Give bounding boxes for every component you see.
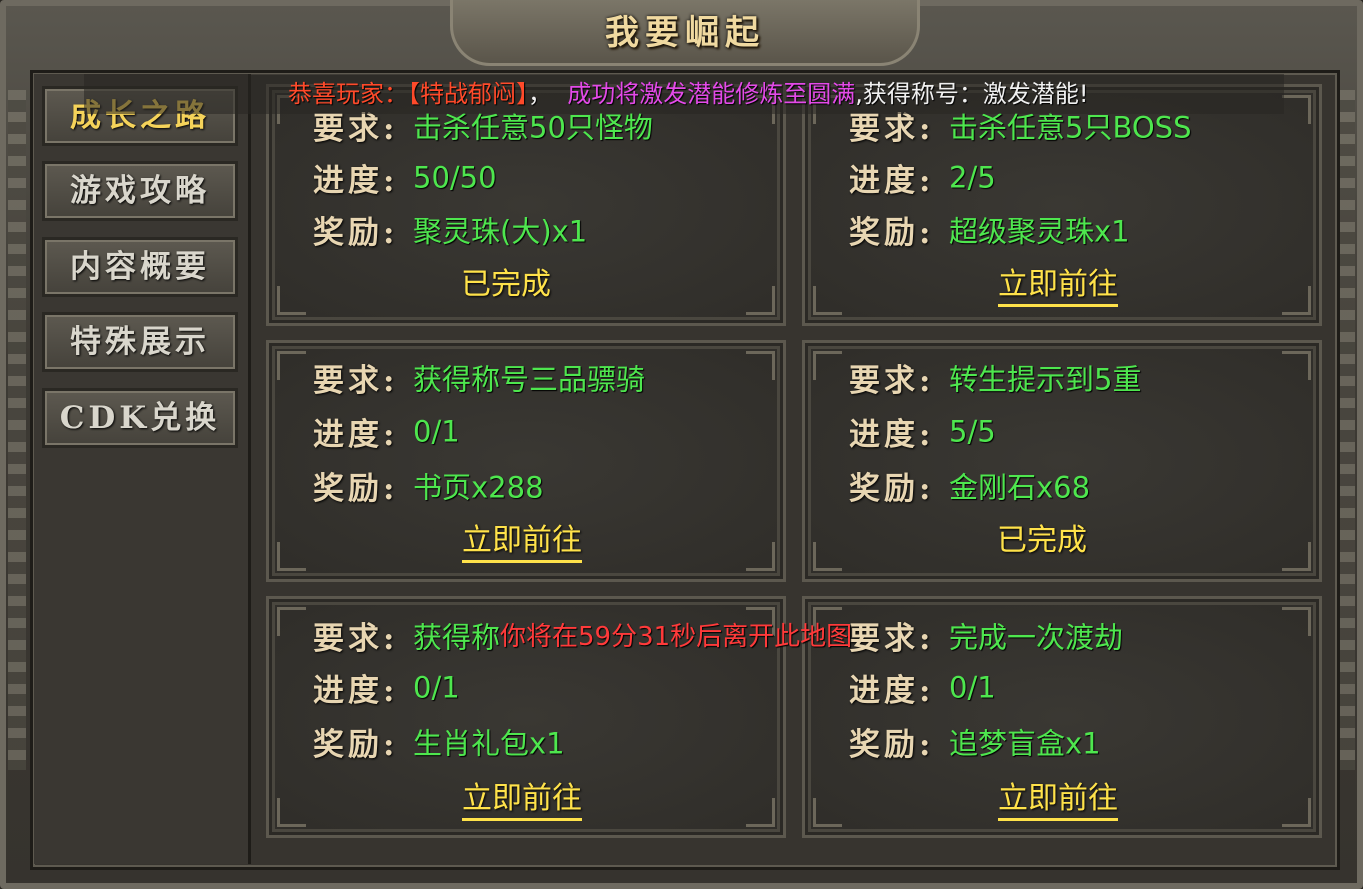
sidebar-item-special-display[interactable]: 特殊展示 (42, 312, 238, 372)
reward-label: 奖励: (313, 471, 399, 507)
announcement-prefix: 恭喜玩家： (288, 80, 408, 108)
go-now-button[interactable]: 立即前往 (998, 267, 1118, 307)
requirement-value: 获得称号三品骠骑 (413, 362, 646, 397)
progress-value: 0/1 (413, 670, 460, 705)
reward-value: 金刚石x68 (949, 470, 1091, 505)
go-now-button[interactable]: 立即前往 (462, 523, 582, 563)
progress-label: 进度: (313, 417, 399, 453)
left-ornament (8, 90, 26, 770)
sidebar-item-cdk-redeem[interactable]: CDK兑换 (42, 388, 238, 448)
card-corner (746, 351, 775, 380)
sidebar-item-game-guide[interactable]: 游戏攻略 (42, 161, 238, 221)
requirement-label: 要求: (849, 363, 935, 399)
go-now-button[interactable]: 立即前往 (998, 781, 1118, 821)
card-corner (1282, 95, 1311, 124)
progress-value: 0/1 (413, 414, 460, 449)
reward-value: 聚灵珠(大)x1 (413, 214, 588, 249)
task-card: 要求: 击杀任意5只BOSS 进度: 2/5 奖励: 超级聚灵珠x1 立即前往 (802, 84, 1322, 326)
requirement-label: 要求: (313, 621, 399, 657)
progress-label: 进度: (849, 163, 935, 199)
task-grid: 要求: 击杀任意50只怪物 进度: 50/50 奖励: 聚灵珠(大)x1 已完成 要求… (254, 72, 1332, 862)
card-corner (277, 351, 306, 380)
reward-value: 生肖礼包x1 (413, 726, 565, 761)
reward-label: 奖励: (849, 471, 935, 507)
announcement-banner: 恭喜玩家：【特战郁闷】， 成功将激发潜能修炼至圆满,获得称号：激发潜能! (84, 74, 1284, 114)
requirement-value: 完成一次渡劫 (949, 620, 1124, 655)
card-corner (1282, 351, 1311, 380)
reward-value: 追梦盲盒x1 (949, 726, 1101, 761)
card-corner (277, 607, 306, 636)
reward-value: 书页x288 (413, 470, 544, 505)
progress-value: 0/1 (949, 670, 996, 705)
map-leave-timer-message: 你将在59分31秒后离开此地图 (500, 622, 853, 652)
sidebar: 成长之路 游戏攻略 内容概要 特殊展示 CDK兑换 (34, 74, 251, 864)
progress-label: 进度: (849, 417, 935, 453)
task-card: 要求: 击杀任意50只怪物 进度: 50/50 奖励: 聚灵珠(大)x1 已完成 (266, 84, 786, 326)
reward-value: 超级聚灵珠x1 (949, 214, 1130, 249)
reward-label: 奖励: (849, 727, 935, 763)
announcement-suffix: ,获得称号：激发潜能! (855, 80, 1089, 108)
reward-label: 奖励: (313, 215, 399, 251)
task-card: 要求: 完成一次渡劫 进度: 0/1 奖励: 追梦盲盒x1 立即前往 (802, 596, 1322, 838)
go-now-button[interactable]: 立即前往 (462, 781, 582, 821)
task-card: 要求: 获得称号三品骠骑 进度: 0/1 奖励: 书页x288 立即前往 (266, 340, 786, 582)
progress-value: 2/5 (949, 160, 996, 195)
reward-label: 奖励: (849, 215, 935, 251)
requirement-label: 要求: (849, 621, 935, 657)
title-plate: 我要崛起 (450, 0, 920, 66)
completed-status: 已完成 (461, 267, 551, 302)
completed-status: 已完成 (997, 523, 1087, 558)
progress-value: 5/5 (949, 414, 996, 449)
requirement-value: 击杀任意50只怪物 (413, 110, 653, 145)
sidebar-item-content-overview[interactable]: 内容概要 (42, 237, 238, 297)
requirement-label: 要求: (313, 363, 399, 399)
task-card: 要求: 转生提示到5重 进度: 5/5 奖励: 金刚石x68 已完成 (802, 340, 1322, 582)
progress-label: 进度: (313, 673, 399, 709)
reward-label: 奖励: (313, 727, 399, 763)
announcement-action: 成功将激发潜能修炼至圆满 (567, 80, 856, 108)
announcement-player: 【特战郁闷】 (408, 80, 528, 108)
progress-label: 进度: (313, 163, 399, 199)
window-title: 我要崛起 (605, 13, 765, 53)
progress-value: 50/50 (413, 160, 497, 195)
requirement-value: 转生提示到5重 (949, 362, 1142, 397)
progress-label: 进度: (849, 673, 935, 709)
announcement-separator: ， (528, 80, 552, 108)
card-corner (1282, 607, 1311, 636)
card-corner (813, 351, 842, 380)
requirement-value: 击杀任意5只BOSS (949, 110, 1192, 145)
requirement-value: 获得称 (413, 620, 501, 655)
